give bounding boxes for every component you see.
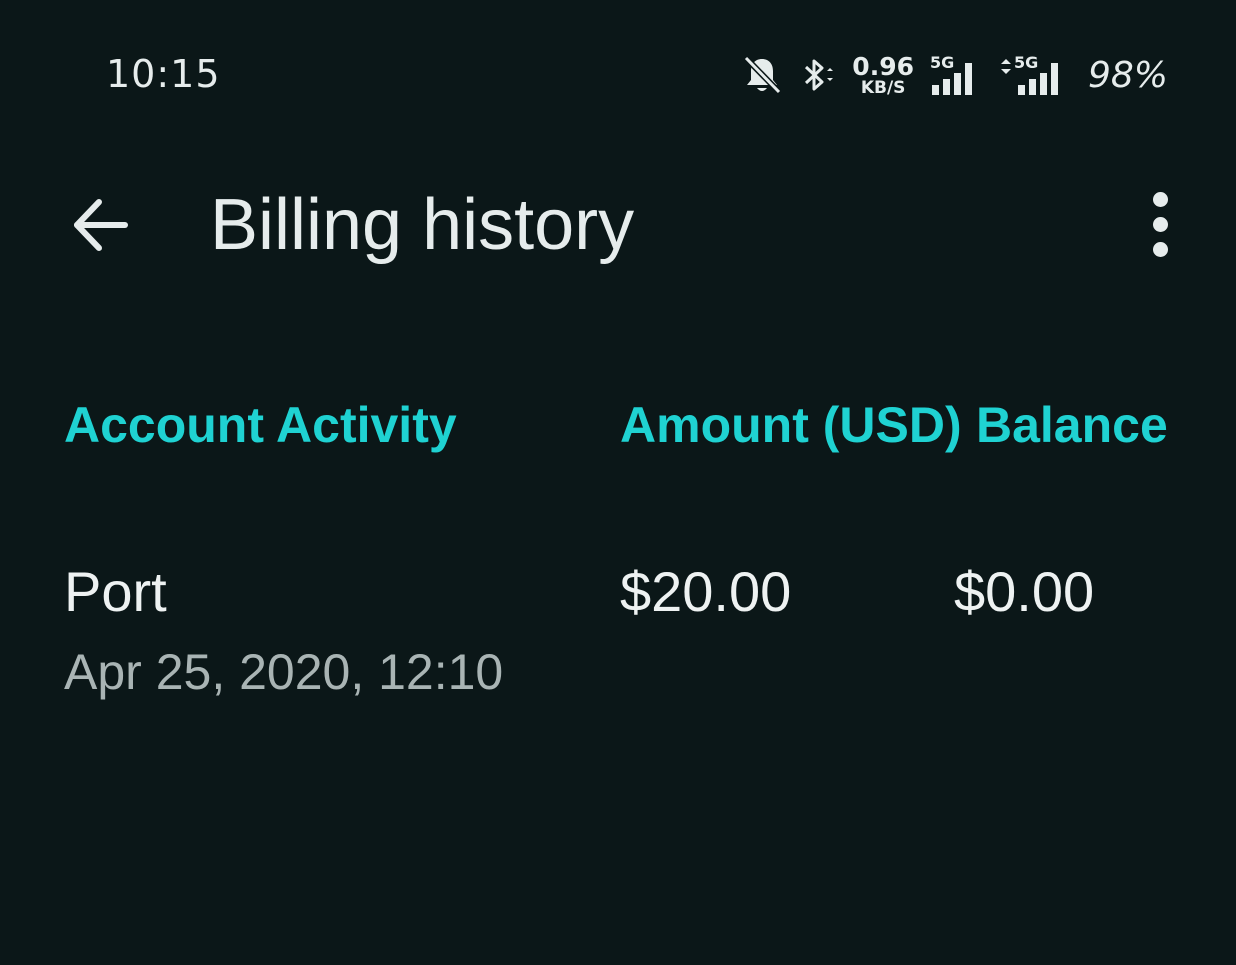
back-button[interactable] — [60, 186, 138, 264]
column-header-amount: Amount (USD) — [620, 397, 962, 453]
activity-amount: $20.00 — [620, 560, 792, 623]
more-vert-icon — [1152, 191, 1168, 207]
arrow-left-icon — [74, 199, 128, 251]
bell-off-icon — [742, 54, 782, 96]
network-speed: 0.96 KB/S — [852, 54, 914, 97]
activity-balance: $0.00 — [954, 560, 1095, 623]
column-header-balance: Balance — [976, 397, 1168, 453]
column-header-account-activity: Account Activity — [64, 397, 457, 453]
signal-5g-icon: 5G — [1000, 53, 1070, 95]
bluetooth-icon — [796, 54, 836, 96]
status-icons: 0.96 KB/S 5G 5G 98% — [742, 50, 1168, 100]
network-speed-unit: KB/S — [860, 77, 906, 98]
network-speed-value: 0.96 — [852, 51, 914, 81]
table-row[interactable]: Port Apr 25, 2020, 12:10 $20.00 $0.00 — [0, 545, 1236, 715]
status-time: 10:15 — [106, 52, 221, 96]
more-options-button[interactable] — [1130, 184, 1190, 264]
activity-name: Port — [64, 560, 167, 623]
signal-5g-icon: 5G — [930, 53, 986, 95]
app-bar: Billing history — [0, 170, 1236, 280]
page-title: Billing history — [210, 185, 635, 265]
activity-date: Apr 25, 2020, 12:10 — [64, 644, 504, 700]
battery-level: 98% — [1087, 54, 1168, 96]
status-bar: 10:15 0.96 KB/S 5G 5G 98% — [0, 0, 1236, 150]
